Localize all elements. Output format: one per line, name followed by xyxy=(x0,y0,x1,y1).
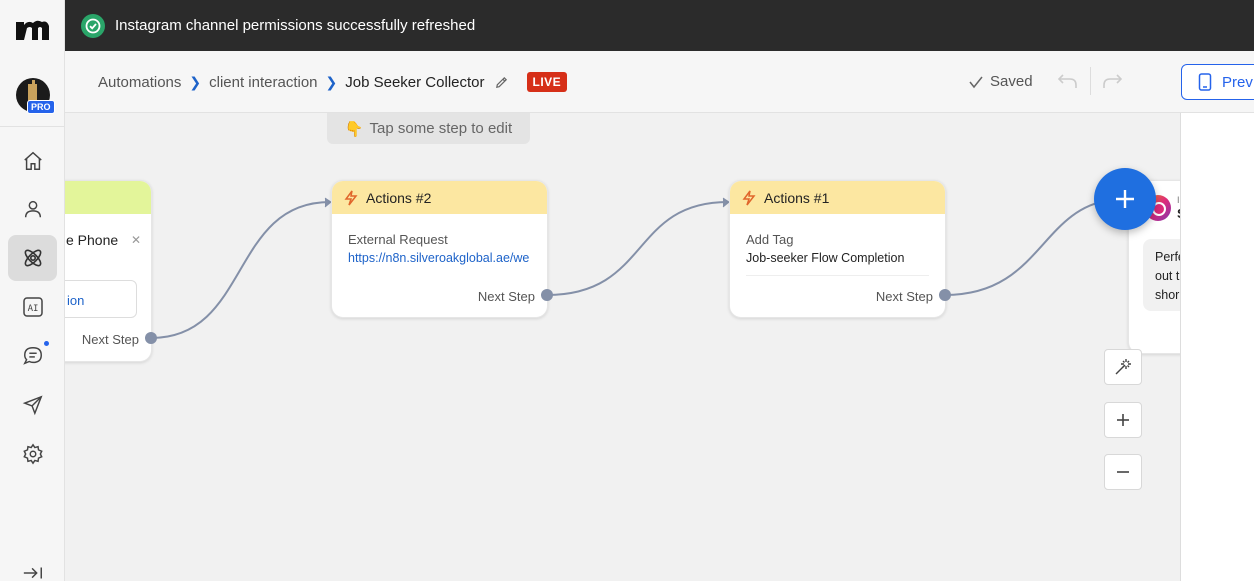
preview-label: Prev xyxy=(1222,73,1253,91)
next-step-port[interactable] xyxy=(541,289,553,301)
toast-message: Instagram channel permissions successful… xyxy=(115,17,476,34)
chevron-right-icon: ❯ xyxy=(325,73,338,90)
automation-icon xyxy=(24,249,41,267)
breadcrumb-client-interaction[interactable]: client interaction xyxy=(209,74,317,91)
sidebar-item-home[interactable] xyxy=(8,138,57,184)
next-step-label: Next Step xyxy=(875,289,933,304)
pointing-hand-icon: 👇 xyxy=(344,120,364,138)
magic-wand-button[interactable] xyxy=(1104,349,1142,385)
chevron-right-icon: ❯ xyxy=(189,73,202,90)
action-card-2[interactable]: Actions #2 External Request https://n8n.… xyxy=(331,180,548,318)
action-field-value[interactable]: https://n8n.silveroakglobal.ae/we xyxy=(348,251,531,265)
sidebar-item-chats[interactable] xyxy=(8,333,57,379)
unread-dot xyxy=(44,341,49,346)
header: Automations ❯ client interaction ❯ Job S… xyxy=(65,51,1254,113)
zoom-in-button[interactable] xyxy=(1104,402,1142,438)
pencil-icon[interactable] xyxy=(494,75,509,90)
collapse-icon xyxy=(23,567,42,579)
hint-text: Tap some step to edit xyxy=(369,120,513,137)
toast-bar: Instagram channel permissions successful… xyxy=(65,0,1254,51)
right-side-panel xyxy=(1180,113,1254,581)
saved-status: Saved xyxy=(968,73,1033,90)
check-circle-icon xyxy=(81,13,105,38)
sidebar-divider xyxy=(0,126,65,127)
action-card-header: Actions #2 xyxy=(332,181,547,214)
breadcrumb-automations[interactable]: Automations xyxy=(98,74,181,91)
manychat-logo[interactable] xyxy=(14,14,52,44)
lightning-icon xyxy=(344,190,358,205)
home-icon xyxy=(23,151,42,170)
redo-button[interactable] xyxy=(1101,71,1123,96)
next-step-label: Next Step xyxy=(477,289,535,304)
gear-icon xyxy=(22,443,43,465)
lightning-icon xyxy=(742,190,756,205)
phone-icon xyxy=(1198,73,1212,91)
plus-icon xyxy=(1116,190,1134,208)
next-step-port[interactable] xyxy=(145,332,157,344)
breadcrumb: Automations ❯ client interaction ❯ Job S… xyxy=(98,72,568,92)
action-field-label: External Request xyxy=(348,232,448,247)
live-badge: LIVE xyxy=(526,72,568,92)
close-icon[interactable]: ✕ xyxy=(131,233,141,247)
next-step-label: Next Step xyxy=(81,332,139,347)
sidebar-item-broadcasts[interactable] xyxy=(8,382,57,428)
divider xyxy=(746,275,929,276)
sidebar-item-settings[interactable] xyxy=(8,431,57,477)
action-field-label: Add Tag xyxy=(746,232,794,247)
breadcrumb-current: Job Seeker Collector xyxy=(345,73,485,91)
checkmark-icon xyxy=(969,76,983,88)
svg-text:AI: AI xyxy=(27,304,38,314)
user-icon xyxy=(24,200,41,218)
toolbar-divider xyxy=(1090,67,1091,95)
sidebar-item-contacts[interactable] xyxy=(8,186,57,232)
sidebar: PRO AI xyxy=(0,0,65,581)
redo-icon xyxy=(1103,74,1123,88)
pro-badge: PRO xyxy=(27,100,55,114)
action-card-1[interactable]: Actions #1 Add Tag Job-seeker Flow Compl… xyxy=(729,180,946,318)
plus-icon xyxy=(1117,414,1129,426)
action-title: Actions #1 xyxy=(764,189,830,206)
sidebar-item-ai[interactable]: AI xyxy=(8,284,57,330)
send-icon xyxy=(22,395,43,416)
action-field-value: Job-seeker Flow Completion xyxy=(746,251,905,265)
ai-icon: AI xyxy=(22,297,43,317)
saved-label: Saved xyxy=(990,73,1033,90)
sidebar-item-collapse[interactable] xyxy=(8,560,57,581)
undo-button[interactable] xyxy=(1057,71,1079,96)
minus-icon xyxy=(1117,471,1129,473)
next-step-port[interactable] xyxy=(939,289,951,301)
condition-button-label: ion xyxy=(67,293,85,308)
condition-title: e Phone xyxy=(66,232,119,248)
preview-button[interactable]: Prev xyxy=(1181,64,1254,100)
action-title: Actions #2 xyxy=(366,189,432,206)
canvas-hint: 👇 Tap some step to edit xyxy=(327,113,530,144)
magic-wand-icon xyxy=(1115,359,1131,375)
action-card-header: Actions #1 xyxy=(730,181,945,214)
chat-icon xyxy=(22,347,42,365)
zoom-out-button[interactable] xyxy=(1104,454,1142,490)
sidebar-item-automations[interactable] xyxy=(8,235,57,281)
undo-icon xyxy=(1057,74,1077,88)
add-step-button[interactable] xyxy=(1094,168,1156,230)
